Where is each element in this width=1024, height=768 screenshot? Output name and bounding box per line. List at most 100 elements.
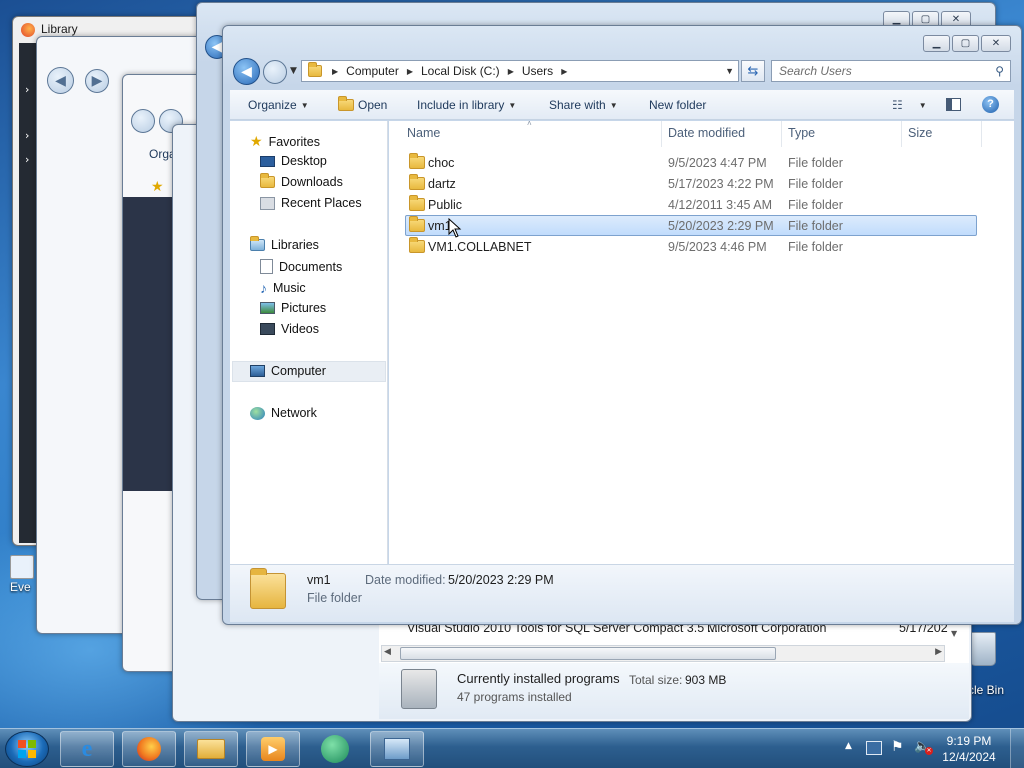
chevron-right-icon[interactable]: ›	[25, 129, 29, 142]
file-row[interactable]: choc 9/5/2023 4:47 PM File folder	[405, 152, 977, 173]
taskbar-firefox[interactable]	[122, 731, 176, 767]
include-in-library-button[interactable]: Include in library ▼	[417, 98, 516, 112]
new-folder-label: New folder	[649, 98, 707, 112]
share-with-button[interactable]: Share with ▼	[549, 98, 618, 112]
change-view-button[interactable]: ☷ ▼	[892, 98, 927, 112]
breadcrumb-arrow-icon[interactable]: ▶	[561, 67, 567, 76]
nav-libraries-label: Libraries	[271, 238, 319, 252]
file-name: dartz	[428, 176, 456, 191]
close-button[interactable]: ✕	[981, 35, 1011, 52]
taskbar-app[interactable]	[308, 731, 362, 767]
back-nav-button[interactable]	[131, 109, 155, 133]
media-player-icon: ▶	[261, 737, 285, 761]
scrollbar-thumb[interactable]	[400, 647, 776, 660]
sort-indicator-icon: ˄	[527, 119, 532, 128]
chevron-right-icon[interactable]: ›	[25, 153, 29, 166]
file-row[interactable]: dartz 5/17/2023 4:22 PM File folder	[405, 173, 977, 194]
nav-documents-label: Documents	[279, 259, 343, 274]
file-list: ˄ Name Date modified Type Size choc 9/5/…	[389, 119, 1014, 564]
minimize-button[interactable]: ▁	[923, 35, 950, 52]
refresh-button[interactable]: ⇆	[741, 60, 765, 82]
breadcrumb-arrow-icon[interactable]: ▶	[332, 67, 338, 76]
column-header-type[interactable]: Type	[788, 126, 815, 140]
taskbar-windows-explorer[interactable]	[184, 731, 238, 767]
dropdown-arrow-icon: ▼	[508, 100, 517, 110]
search-icon[interactable]: ⚲	[995, 64, 1004, 78]
nav-downloads[interactable]: Downloads	[260, 173, 343, 189]
nav-videos[interactable]: Videos	[260, 322, 319, 336]
nav-libraries[interactable]: Libraries	[250, 236, 319, 252]
file-date: 9/5/2023 4:47 PM	[668, 155, 767, 170]
taskbar-control-panel[interactable]	[370, 731, 424, 767]
scroll-right-icon[interactable]: ▶	[935, 647, 942, 657]
chevron-right-icon[interactable]: ›	[25, 83, 29, 96]
nav-favorites[interactable]: ★ Favorites	[250, 133, 320, 150]
breadcrumb-local-disk[interactable]: Local Disk (C:)	[421, 64, 500, 78]
folder-icon	[409, 216, 425, 232]
everything-shortcut-icon[interactable]	[10, 555, 34, 579]
address-bar[interactable]: ▶ Computer ▶ Local Disk (C:) ▶ Users ▶ ▼	[301, 60, 739, 82]
nav-videos-label: Videos	[281, 322, 319, 336]
network-tray-icon[interactable]	[866, 741, 882, 755]
taskbar-internet-explorer[interactable]: e	[60, 731, 114, 767]
preview-pane-icon	[946, 98, 961, 111]
vertical-scroll-down-icon[interactable]: ▼	[951, 629, 957, 638]
column-header-name[interactable]: Name	[407, 126, 440, 140]
show-hidden-icons-button[interactable]: ▲	[845, 741, 852, 751]
new-folder-button[interactable]: New folder	[649, 98, 706, 112]
nav-pictures[interactable]: Pictures	[260, 301, 326, 315]
search-input[interactable]: Search Users ⚲	[771, 60, 1011, 82]
nav-network-label: Network	[271, 406, 317, 420]
taskbar-clock[interactable]: 9:19 PM 12/4/2024	[934, 733, 1004, 765]
dropdown-arrow-icon: ▼	[609, 100, 618, 110]
music-icon: ♪	[260, 280, 267, 296]
column-separator[interactable]	[981, 121, 982, 147]
organize-button[interactable]: Organize ▼	[248, 98, 309, 112]
pictures-icon	[260, 302, 275, 314]
start-button[interactable]	[5, 731, 49, 767]
file-row-selected[interactable]: vm1 5/20/2023 2:29 PM File folder	[405, 215, 977, 236]
file-row[interactable]: VM1.COLLABNET 9/5/2023 4:46 PM File fold…	[405, 236, 977, 257]
volume-muted-x-icon: ✕	[925, 747, 933, 755]
maximize-button[interactable]: ▢	[952, 35, 979, 52]
breadcrumb-arrow-icon[interactable]: ▶	[508, 67, 514, 76]
nav-recent-places[interactable]: Recent Places	[260, 196, 362, 210]
file-type: File folder	[788, 197, 843, 212]
breadcrumb-arrow-icon[interactable]: ▶	[407, 67, 413, 76]
column-separator[interactable]	[661, 121, 662, 147]
nav-desktop[interactable]: Desktop	[260, 154, 327, 168]
nav-music[interactable]: ♪ Music	[260, 280, 306, 296]
details-type: File folder	[307, 591, 362, 605]
horizontal-scrollbar[interactable]: ◀ ▶	[381, 645, 945, 662]
show-desktop-button[interactable]	[1010, 729, 1024, 768]
folder-icon	[409, 153, 425, 169]
column-header-size[interactable]: Size	[908, 126, 932, 140]
breadcrumb-computer[interactable]: Computer	[346, 64, 399, 78]
breadcrumb-users[interactable]: Users	[522, 64, 553, 78]
recycle-bin-icon[interactable]	[970, 632, 996, 666]
nav-computer[interactable]: Computer	[250, 364, 326, 378]
back-nav-button[interactable]: ◀	[47, 67, 74, 94]
recycle-bin-label[interactable]: cle Bin	[968, 683, 1004, 697]
everything-shortcut-label[interactable]: Eve	[10, 580, 31, 594]
nav-documents[interactable]: Documents	[260, 259, 342, 274]
column-separator[interactable]	[781, 121, 782, 147]
help-button[interactable]: ?	[982, 96, 999, 113]
preview-pane-button[interactable]	[946, 98, 961, 111]
forward-button[interactable]	[263, 60, 287, 84]
open-button[interactable]: Open	[338, 96, 387, 112]
forward-nav-button[interactable]: ▶	[85, 69, 109, 93]
column-header-date-modified[interactable]: Date modified	[668, 126, 745, 140]
action-center-flag-icon[interactable]: ⚑	[891, 739, 904, 755]
star-icon: ★	[250, 133, 263, 149]
library-window-title: Library	[41, 22, 78, 36]
taskbar-media-player[interactable]: ▶	[246, 731, 300, 767]
recent-pages-chevron-icon[interactable]: ▼	[290, 66, 297, 76]
nav-network[interactable]: Network	[250, 406, 317, 420]
back-button[interactable]: ◀	[233, 58, 260, 85]
scroll-left-icon[interactable]: ◀	[384, 647, 391, 657]
folder-icon	[250, 568, 286, 609]
column-separator[interactable]	[901, 121, 902, 147]
address-dropdown-icon[interactable]: ▼	[725, 66, 734, 76]
file-row[interactable]: Public 4/12/2011 3:45 AM File folder	[405, 194, 977, 215]
